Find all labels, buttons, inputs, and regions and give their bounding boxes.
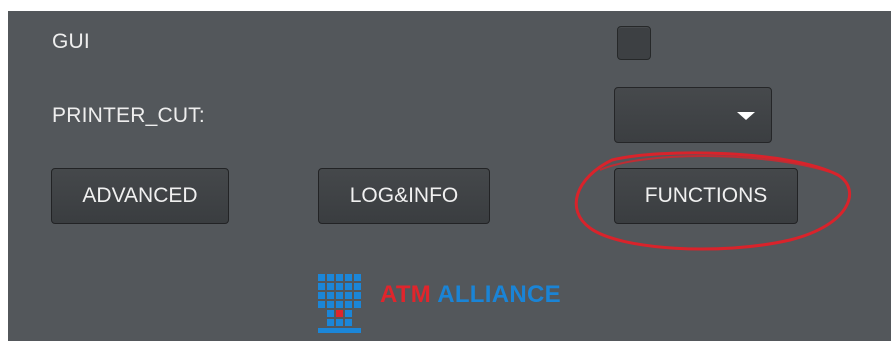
logo-text-alliance: ALLIANCE [437, 281, 561, 308]
atm-alliance-logo: ATM ALLIANCE [318, 272, 618, 341]
logo-text: ATM ALLIANCE [380, 281, 561, 309]
logo-text-atm: ATM [380, 281, 432, 308]
